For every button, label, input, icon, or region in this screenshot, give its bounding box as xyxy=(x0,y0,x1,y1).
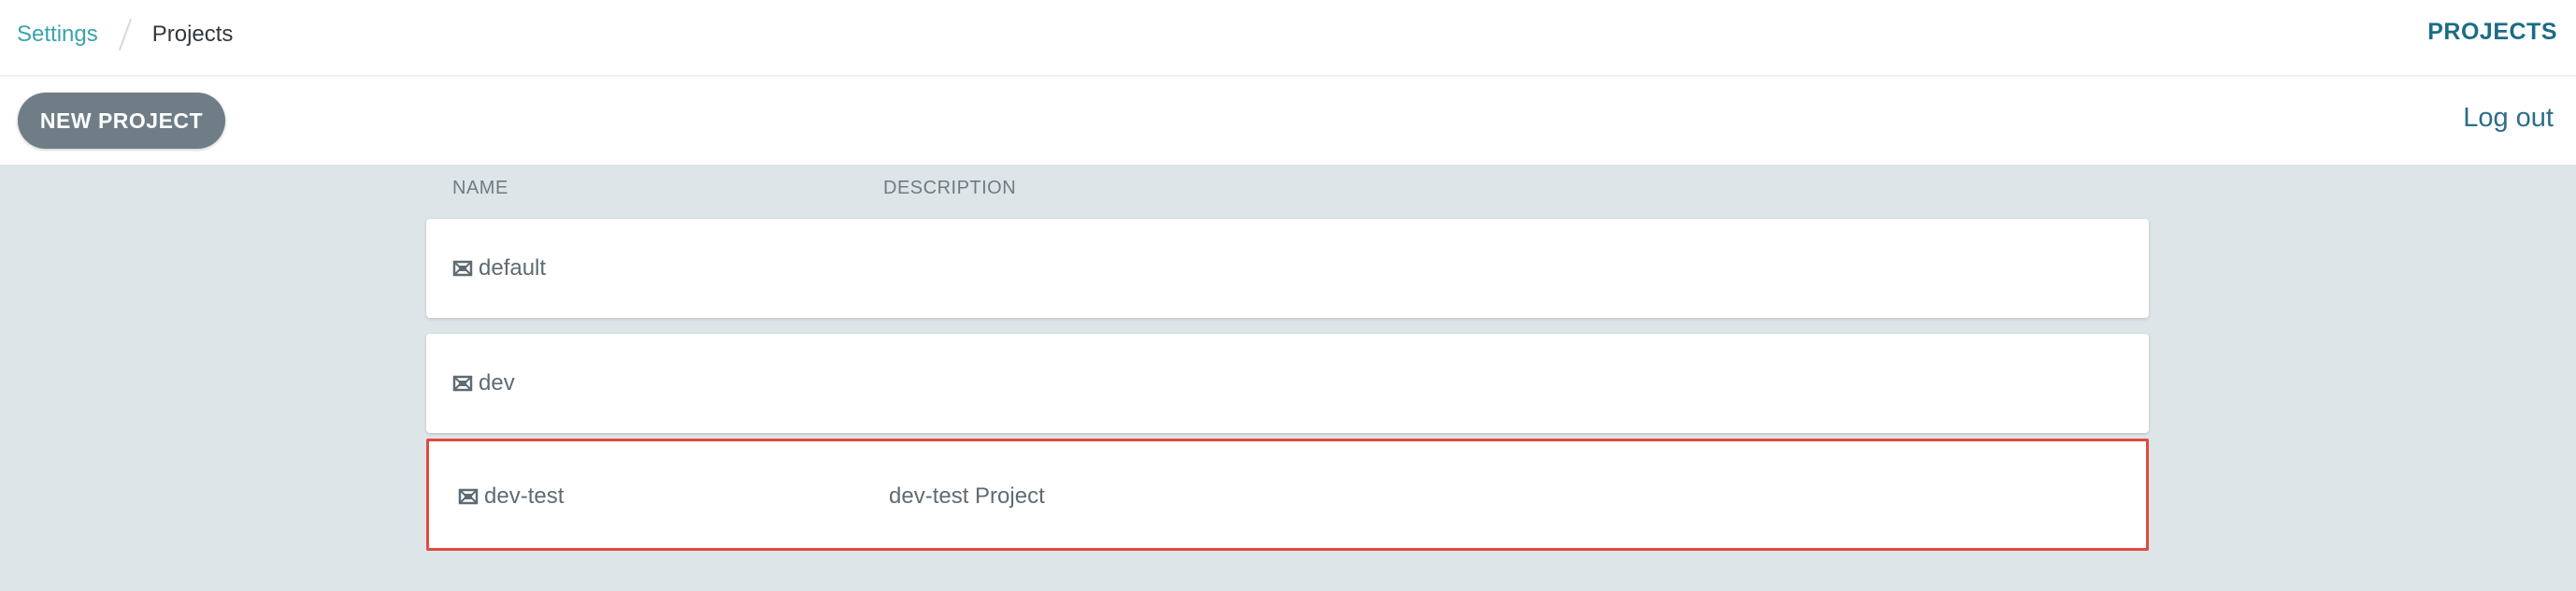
project-name-cell: dev xyxy=(452,334,515,433)
breadcrumb: Settings Projects xyxy=(17,18,234,51)
project-name-cell: default xyxy=(452,219,546,318)
table-header: NAME DESCRIPTION xyxy=(452,178,1854,206)
row-body: dev-test dev-test Project xyxy=(432,448,2143,545)
breadcrumb-settings-link[interactable]: Settings xyxy=(17,22,98,48)
column-header-name: NAME xyxy=(452,178,508,198)
projects-list-area: NAME DESCRIPTION default dev dev-test de… xyxy=(0,165,2576,591)
logout-link[interactable]: Log out xyxy=(2463,103,2554,134)
breadcrumb-separator xyxy=(118,18,132,51)
new-project-button[interactable]: NEW PROJECT xyxy=(18,93,225,149)
project-icon xyxy=(452,375,473,392)
project-name: dev xyxy=(479,370,515,396)
breadcrumb-current: Projects xyxy=(151,22,234,47)
column-header-description: DESCRIPTION xyxy=(883,178,1017,198)
project-icon xyxy=(458,488,479,505)
top-bar: Settings Projects PROJECTS xyxy=(0,0,2576,77)
project-description: dev-test Project xyxy=(889,483,1045,509)
table-row[interactable]: dev xyxy=(426,334,2149,433)
project-name: default xyxy=(479,255,547,281)
page-title: PROJECTS xyxy=(2427,19,2557,45)
project-icon xyxy=(452,260,473,277)
toolbar: NEW PROJECT Log out xyxy=(0,79,2576,165)
table-row-highlighted[interactable]: dev-test dev-test Project xyxy=(426,439,2149,551)
project-name: dev-test xyxy=(484,483,565,509)
project-name-cell: dev-test xyxy=(458,448,564,545)
table-row[interactable]: default xyxy=(426,219,2149,318)
